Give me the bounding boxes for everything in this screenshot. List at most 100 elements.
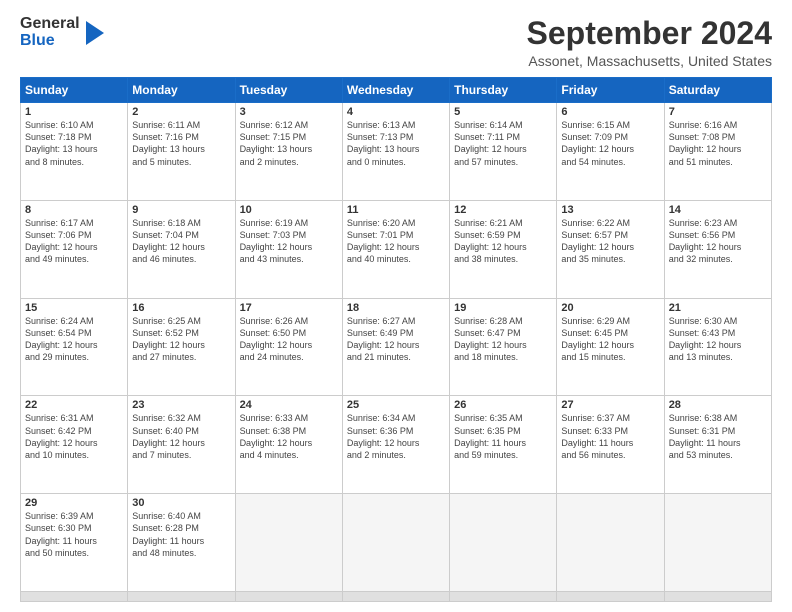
table-row <box>450 592 557 602</box>
table-row <box>450 494 557 592</box>
day-number: 19 <box>454 302 552 314</box>
day-info: Sunrise: 6:31 AMSunset: 6:42 PMDaylight:… <box>25 412 123 461</box>
day-info: Sunrise: 6:12 AMSunset: 7:15 PMDaylight:… <box>240 119 338 168</box>
day-number: 6 <box>561 106 659 118</box>
col-friday: Friday <box>557 78 664 103</box>
day-info: Sunrise: 6:26 AMSunset: 6:50 PMDaylight:… <box>240 315 338 364</box>
table-row <box>235 494 342 592</box>
table-row: 4Sunrise: 6:13 AMSunset: 7:13 PMDaylight… <box>342 103 449 201</box>
calendar-row: 8Sunrise: 6:17 AMSunset: 7:06 PMDaylight… <box>21 200 772 298</box>
table-row: 19Sunrise: 6:28 AMSunset: 6:47 PMDayligh… <box>450 298 557 396</box>
day-number: 26 <box>454 399 552 411</box>
day-info: Sunrise: 6:40 AMSunset: 6:28 PMDaylight:… <box>132 510 230 559</box>
day-info: Sunrise: 6:11 AMSunset: 7:16 PMDaylight:… <box>132 119 230 168</box>
day-number: 8 <box>25 204 123 216</box>
table-row: 24Sunrise: 6:33 AMSunset: 6:38 PMDayligh… <box>235 396 342 494</box>
day-info: Sunrise: 6:39 AMSunset: 6:30 PMDaylight:… <box>25 510 123 559</box>
calendar-row: 22Sunrise: 6:31 AMSunset: 6:42 PMDayligh… <box>21 396 772 494</box>
table-row: 26Sunrise: 6:35 AMSunset: 6:35 PMDayligh… <box>450 396 557 494</box>
calendar-table: Sunday Monday Tuesday Wednesday Thursday… <box>20 77 772 602</box>
table-row <box>342 494 449 592</box>
day-info: Sunrise: 6:10 AMSunset: 7:18 PMDaylight:… <box>25 119 123 168</box>
day-info: Sunrise: 6:22 AMSunset: 6:57 PMDaylight:… <box>561 217 659 266</box>
day-info: Sunrise: 6:24 AMSunset: 6:54 PMDaylight:… <box>25 315 123 364</box>
table-row: 2Sunrise: 6:11 AMSunset: 7:16 PMDaylight… <box>128 103 235 201</box>
table-row <box>128 592 235 602</box>
day-number: 25 <box>347 399 445 411</box>
day-info: Sunrise: 6:28 AMSunset: 6:47 PMDaylight:… <box>454 315 552 364</box>
day-info: Sunrise: 6:14 AMSunset: 7:11 PMDaylight:… <box>454 119 552 168</box>
table-row: 6Sunrise: 6:15 AMSunset: 7:09 PMDaylight… <box>557 103 664 201</box>
day-info: Sunrise: 6:21 AMSunset: 6:59 PMDaylight:… <box>454 217 552 266</box>
table-row: 17Sunrise: 6:26 AMSunset: 6:50 PMDayligh… <box>235 298 342 396</box>
table-row: 1Sunrise: 6:10 AMSunset: 7:18 PMDaylight… <box>21 103 128 201</box>
calendar-row: 29Sunrise: 6:39 AMSunset: 6:30 PMDayligh… <box>21 494 772 592</box>
table-row: 5Sunrise: 6:14 AMSunset: 7:11 PMDaylight… <box>450 103 557 201</box>
logo: General Blue <box>20 16 104 50</box>
day-info: Sunrise: 6:15 AMSunset: 7:09 PMDaylight:… <box>561 119 659 168</box>
day-number: 5 <box>454 106 552 118</box>
col-sunday: Sunday <box>21 78 128 103</box>
day-info: Sunrise: 6:38 AMSunset: 6:31 PMDaylight:… <box>669 412 767 461</box>
day-info: Sunrise: 6:18 AMSunset: 7:04 PMDaylight:… <box>132 217 230 266</box>
day-number: 22 <box>25 399 123 411</box>
month-title: September 2024 <box>527 16 772 51</box>
day-number: 16 <box>132 302 230 314</box>
day-number: 27 <box>561 399 659 411</box>
col-tuesday: Tuesday <box>235 78 342 103</box>
table-row <box>21 592 128 602</box>
table-row: 22Sunrise: 6:31 AMSunset: 6:42 PMDayligh… <box>21 396 128 494</box>
page: General Blue September 2024 Assonet, Mas… <box>0 0 792 612</box>
table-row: 29Sunrise: 6:39 AMSunset: 6:30 PMDayligh… <box>21 494 128 592</box>
table-row: 30Sunrise: 6:40 AMSunset: 6:28 PMDayligh… <box>128 494 235 592</box>
day-info: Sunrise: 6:20 AMSunset: 7:01 PMDaylight:… <box>347 217 445 266</box>
day-info: Sunrise: 6:30 AMSunset: 6:43 PMDaylight:… <box>669 315 767 364</box>
table-row: 7Sunrise: 6:16 AMSunset: 7:08 PMDaylight… <box>664 103 771 201</box>
col-saturday: Saturday <box>664 78 771 103</box>
location: Assonet, Massachusetts, United States <box>527 53 772 69</box>
day-number: 21 <box>669 302 767 314</box>
calendar-row <box>21 592 772 602</box>
day-number: 18 <box>347 302 445 314</box>
day-info: Sunrise: 6:23 AMSunset: 6:56 PMDaylight:… <box>669 217 767 266</box>
day-info: Sunrise: 6:17 AMSunset: 7:06 PMDaylight:… <box>25 217 123 266</box>
col-wednesday: Wednesday <box>342 78 449 103</box>
header: General Blue September 2024 Assonet, Mas… <box>20 16 772 69</box>
day-info: Sunrise: 6:32 AMSunset: 6:40 PMDaylight:… <box>132 412 230 461</box>
day-number: 20 <box>561 302 659 314</box>
table-row <box>235 592 342 602</box>
day-number: 29 <box>25 497 123 509</box>
day-number: 9 <box>132 204 230 216</box>
day-number: 13 <box>561 204 659 216</box>
day-number: 30 <box>132 497 230 509</box>
day-info: Sunrise: 6:35 AMSunset: 6:35 PMDaylight:… <box>454 412 552 461</box>
table-row: 21Sunrise: 6:30 AMSunset: 6:43 PMDayligh… <box>664 298 771 396</box>
day-number: 15 <box>25 302 123 314</box>
table-row: 18Sunrise: 6:27 AMSunset: 6:49 PMDayligh… <box>342 298 449 396</box>
calendar-row: 15Sunrise: 6:24 AMSunset: 6:54 PMDayligh… <box>21 298 772 396</box>
day-number: 10 <box>240 204 338 216</box>
table-row <box>557 592 664 602</box>
day-info: Sunrise: 6:16 AMSunset: 7:08 PMDaylight:… <box>669 119 767 168</box>
day-number: 11 <box>347 204 445 216</box>
day-number: 3 <box>240 106 338 118</box>
title-area: September 2024 Assonet, Massachusetts, U… <box>527 16 772 69</box>
table-row: 8Sunrise: 6:17 AMSunset: 7:06 PMDaylight… <box>21 200 128 298</box>
day-number: 1 <box>25 106 123 118</box>
table-row: 10Sunrise: 6:19 AMSunset: 7:03 PMDayligh… <box>235 200 342 298</box>
table-row <box>342 592 449 602</box>
day-info: Sunrise: 6:13 AMSunset: 7:13 PMDaylight:… <box>347 119 445 168</box>
day-info: Sunrise: 6:27 AMSunset: 6:49 PMDaylight:… <box>347 315 445 364</box>
day-info: Sunrise: 6:29 AMSunset: 6:45 PMDaylight:… <box>561 315 659 364</box>
col-monday: Monday <box>128 78 235 103</box>
day-info: Sunrise: 6:33 AMSunset: 6:38 PMDaylight:… <box>240 412 338 461</box>
table-row: 23Sunrise: 6:32 AMSunset: 6:40 PMDayligh… <box>128 396 235 494</box>
day-number: 24 <box>240 399 338 411</box>
day-number: 28 <box>669 399 767 411</box>
day-number: 7 <box>669 106 767 118</box>
table-row <box>664 592 771 602</box>
table-row: 15Sunrise: 6:24 AMSunset: 6:54 PMDayligh… <box>21 298 128 396</box>
calendar-header-row: Sunday Monday Tuesday Wednesday Thursday… <box>21 78 772 103</box>
table-row: 11Sunrise: 6:20 AMSunset: 7:01 PMDayligh… <box>342 200 449 298</box>
day-info: Sunrise: 6:25 AMSunset: 6:52 PMDaylight:… <box>132 315 230 364</box>
